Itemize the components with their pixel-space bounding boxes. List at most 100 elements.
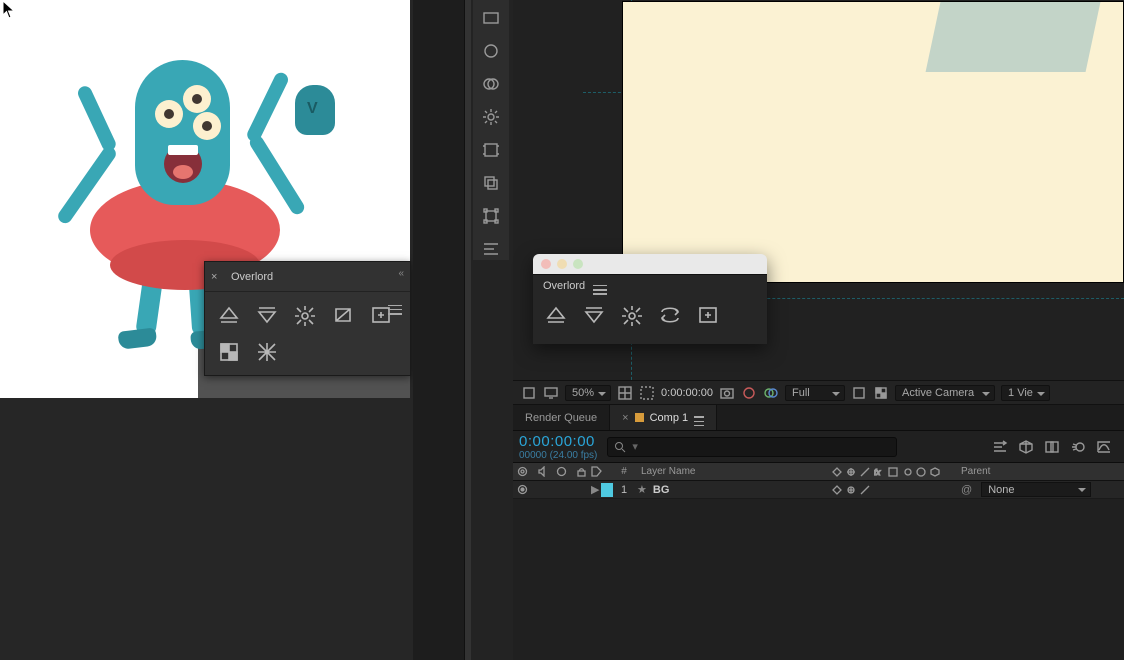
push-to-ae-icon[interactable] <box>215 302 243 328</box>
resolution-select[interactable]: Full <box>785 385 845 401</box>
new-comp-icon[interactable] <box>695 303 721 327</box>
layer-adjust[interactable] <box>915 484 926 495</box>
timeline-tabs: Render Queue × Comp 1 <box>513 405 1124 431</box>
viewer-timecode[interactable]: 0:00:00:00 <box>661 387 713 399</box>
tool-transform-icon[interactable] <box>479 204 503 227</box>
tab-render-queue-label: Render Queue <box>525 412 597 424</box>
col-switches: fx <box>825 466 955 477</box>
overlord-toolbar <box>205 292 410 374</box>
explode-icon[interactable] <box>619 303 645 327</box>
tool-cc-icon[interactable] <box>479 72 503 95</box>
layer-fx[interactable] <box>873 484 884 495</box>
camera-select[interactable]: Active Camera <box>895 385 995 401</box>
pull-from-ae-icon[interactable] <box>581 303 607 327</box>
explode-icon[interactable] <box>291 302 319 328</box>
safe-zones-icon[interactable] <box>639 385 655 401</box>
tool-circle-icon[interactable] <box>479 39 503 62</box>
transparency-grid-icon[interactable] <box>873 385 889 401</box>
splitter[interactable] <box>465 0 471 660</box>
window-close-icon[interactable] <box>541 259 551 269</box>
graph-editor-icon[interactable] <box>1096 439 1112 455</box>
motion-blur-icon[interactable] <box>1070 439 1086 455</box>
zoom-value: 50% <box>572 387 594 399</box>
composition-viewer[interactable] <box>513 0 1124 405</box>
window-minimize-icon[interactable] <box>557 259 567 269</box>
layer-color-swatch[interactable] <box>601 483 613 497</box>
window-titlebar[interactable] <box>533 254 767 274</box>
push-to-ae-icon[interactable] <box>543 303 569 327</box>
overlord-ae-window[interactable]: Overlord <box>533 254 767 344</box>
detach-icon[interactable] <box>253 338 281 364</box>
view-count-select[interactable]: 1 Vie <box>1001 385 1050 401</box>
display-icon[interactable] <box>543 385 559 401</box>
layer-3d[interactable] <box>929 484 940 495</box>
current-time[interactable]: 0:00:00:00 <box>519 433 597 450</box>
panel-menu-icon[interactable] <box>388 297 402 315</box>
app-divider[interactable] <box>413 0 465 660</box>
switch-fx-icon: fx <box>873 466 884 477</box>
layer-collapse[interactable] <box>845 484 856 495</box>
layer-visibility-toggle[interactable] <box>517 484 528 495</box>
tab-comp[interactable]: × Comp 1 <box>610 405 717 430</box>
col-audio-icon[interactable] <box>537 466 548 477</box>
tool-sun-icon[interactable] <box>479 105 503 128</box>
tab-close-icon[interactable]: × <box>622 412 628 424</box>
tab-render-queue[interactable]: Render Queue <box>513 405 610 430</box>
collapse-icon[interactable]: « <box>398 268 404 279</box>
illustrator-area: V × Overlord « <box>0 0 410 398</box>
region-icon[interactable] <box>851 385 867 401</box>
overlord-ae-title: Overlord <box>543 280 585 292</box>
timeline-header: 0:00:00:00 00000 (24.00 fps) ▾ <box>513 431 1124 463</box>
composition-flowchart-icon[interactable] <box>992 439 1008 455</box>
col-lock-icon[interactable] <box>576 466 587 477</box>
snapshot-icon[interactable] <box>719 385 735 401</box>
composition-canvas[interactable] <box>623 2 1123 282</box>
zoom-select[interactable]: 50% <box>565 385 611 401</box>
col-label-icon[interactable] <box>591 466 602 477</box>
pickwhip-icon[interactable]: @ <box>961 484 972 496</box>
mask-color-icon[interactable] <box>741 385 757 401</box>
tab-menu-icon[interactable] <box>694 409 704 427</box>
panel-tabbar[interactable]: × Overlord « <box>205 262 410 292</box>
layer-motionblur[interactable] <box>901 484 912 495</box>
parent-select[interactable]: None <box>981 482 1091 497</box>
layer-frameblend[interactable] <box>887 484 898 495</box>
magnify-icon[interactable] <box>521 385 537 401</box>
tool-artboard-icon[interactable] <box>479 138 503 161</box>
col-video-icon[interactable] <box>517 466 528 477</box>
layer-lock-toggle[interactable] <box>576 484 587 495</box>
vertical-toolbar <box>473 0 509 260</box>
tool-rect-icon[interactable] <box>479 6 503 29</box>
layer-audio-toggle[interactable] <box>537 484 548 495</box>
tab-comp-label: Comp 1 <box>650 412 689 424</box>
tool-copy-icon[interactable] <box>479 171 503 194</box>
pull-from-ae-icon[interactable] <box>253 302 281 328</box>
resolution-value: Full <box>792 387 810 399</box>
switch-shy-icon <box>831 466 842 477</box>
bg-shape <box>926 2 1101 72</box>
frame-blend-icon[interactable] <box>1044 439 1060 455</box>
layer-index: 1 <box>613 484 635 496</box>
draft3d-icon[interactable] <box>1018 439 1034 455</box>
swap-icon[interactable] <box>657 303 683 327</box>
search-caret: ▾ <box>632 440 638 453</box>
checker-icon[interactable] <box>215 338 243 364</box>
panel-tab-overlord[interactable]: Overlord <box>227 262 283 291</box>
col-solo-icon[interactable] <box>556 466 567 477</box>
swap-icon[interactable] <box>329 302 357 328</box>
overlord-illustrator-panel[interactable]: × Overlord « <box>204 261 411 376</box>
channel-icon[interactable] <box>763 385 779 401</box>
close-icon[interactable]: × <box>211 272 221 282</box>
col-layer-name[interactable]: Layer Name <box>635 466 825 477</box>
tool-align-icon[interactable] <box>479 237 503 260</box>
layer-search-input[interactable]: ▾ <box>607 437 897 457</box>
layer-solo-toggle[interactable] <box>556 484 567 495</box>
grid-toggle-icon[interactable] <box>617 385 633 401</box>
panel-menu-icon[interactable] <box>593 277 607 295</box>
layer-name[interactable]: BG <box>653 484 670 496</box>
layer-twirl-icon[interactable]: ▶ <box>591 483 599 496</box>
layer-quality[interactable] <box>859 484 870 495</box>
layer-shy[interactable] <box>831 484 842 495</box>
layer-row[interactable]: ▶ 1 ★ BG @ None <box>513 481 1124 499</box>
window-zoom-icon[interactable] <box>573 259 583 269</box>
